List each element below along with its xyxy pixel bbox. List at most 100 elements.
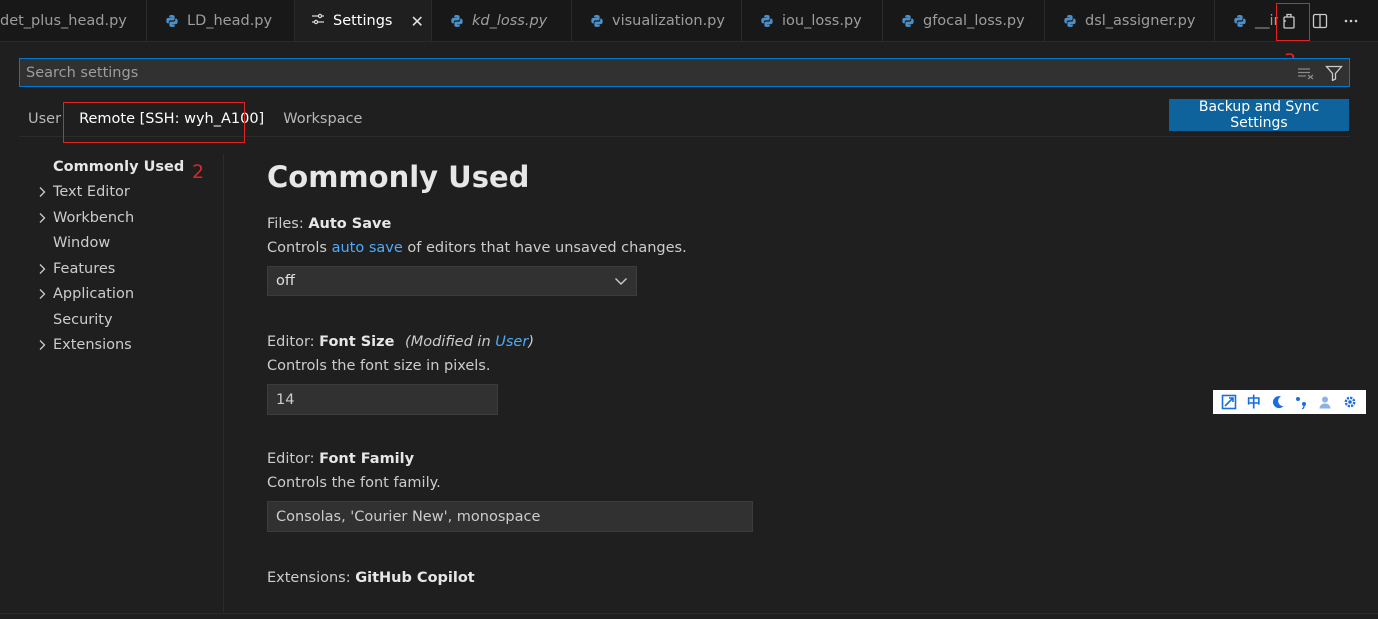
setting-description: Controls the font size in pixels. (267, 358, 491, 374)
toc-label: Window (53, 235, 111, 252)
panel-bottom-border (0, 613, 1378, 614)
chevron-right-icon (30, 339, 53, 351)
python-icon (1063, 14, 1077, 28)
toc-label: Extensions (53, 337, 132, 354)
python-icon (590, 14, 604, 28)
tab-visualization[interactable]: visualization.py (572, 0, 742, 41)
tab-det-plus-head[interactable]: det_plus_head.py (0, 0, 147, 41)
toc-text-editor[interactable]: Text Editor (30, 180, 224, 206)
toc-label: Application (53, 286, 135, 303)
setting-description: Controls auto save of editors that have … (267, 240, 1267, 256)
setting-copilot: Extensions: GitHub Copilot (267, 570, 1267, 586)
desc-text: of editors that have unsaved changes. (402, 240, 687, 256)
ime-keyboard-icon[interactable] (1221, 394, 1237, 410)
annotation-box-3 (1276, 3, 1310, 41)
setting-description: Controls the font family. (267, 475, 441, 491)
toc-divider (223, 154, 224, 612)
tab-label: kd_loss.py (472, 13, 548, 29)
ime-toolbar: 中 (1213, 390, 1366, 414)
tab-label: Settings (333, 13, 393, 29)
tab-gfocal-loss[interactable]: gfocal_loss.py (883, 0, 1045, 41)
toc-features[interactable]: Features (30, 256, 224, 282)
tab-label: LD_head.py (187, 13, 273, 29)
setting-title: Editor: Font Size (Modified in User) (267, 334, 1267, 350)
toc-label: Commonly Used (53, 158, 185, 175)
setting-auto-save: Files: Auto Save Controls auto save of e… (267, 216, 1267, 296)
setting-category: Editor: (267, 451, 320, 467)
gear-icon[interactable] (1342, 394, 1358, 410)
tab-iou-loss[interactable]: iou_loss.py (742, 0, 883, 41)
moon-icon[interactable] (1271, 395, 1285, 409)
toc-application[interactable]: Application (30, 282, 224, 308)
ime-chinese-mode[interactable]: 中 (1247, 392, 1261, 412)
auto-save-link[interactable]: auto save (332, 240, 403, 256)
toc-label: Security (53, 311, 113, 328)
modified-text: (Modified in (405, 334, 496, 350)
select-value: off (276, 273, 295, 289)
backup-and-sync-button[interactable]: Backup and Sync Settings (1169, 99, 1349, 131)
settings-toc: Commonly Used Text Editor Workbench Wind… (30, 154, 224, 358)
toc-security[interactable]: Security (30, 307, 224, 333)
chevron-right-icon (30, 288, 53, 300)
setting-title: Files: Auto Save (267, 216, 1267, 232)
section-heading: Commonly Used (267, 160, 530, 194)
setting-name: GitHub Copilot (355, 570, 475, 586)
python-icon (450, 14, 464, 28)
tab-dsl-assigner[interactable]: dsl_assigner.py (1045, 0, 1215, 41)
font-size-input[interactable]: 14 (267, 384, 498, 415)
user-icon[interactable] (1318, 395, 1332, 409)
python-icon (165, 14, 179, 28)
python-icon (901, 14, 915, 28)
settings-list: Commonly Used Files: Auto Save Controls … (267, 158, 1267, 586)
tab-kd-loss[interactable]: kd_loss.py (432, 0, 572, 41)
setting-title: Editor: Font Family (267, 451, 1267, 467)
tab-settings[interactable]: Settings ✕ (295, 0, 432, 41)
toc-label: Workbench (53, 209, 135, 226)
toc-extensions[interactable]: Extensions (30, 333, 224, 359)
annotation-box-remote (63, 102, 245, 143)
setting-category: Extensions: (267, 570, 356, 586)
split-editor-icon[interactable] (1309, 10, 1330, 32)
tab-label: det_plus_head.py (0, 13, 127, 29)
setting-font-family: Editor: Font Family Controls the font fa… (267, 451, 1267, 532)
search-input[interactable] (20, 64, 1297, 81)
more-actions-icon[interactable] (1341, 10, 1362, 32)
modified-text: ) (528, 334, 534, 350)
tab-workspace[interactable]: Workspace (273, 100, 371, 137)
close-icon[interactable]: ✕ (410, 12, 423, 31)
tab-label: dsl_assigner.py (1085, 13, 1196, 29)
clear-filter-icon[interactable] (1297, 66, 1315, 80)
filter-icon[interactable] (1325, 65, 1343, 81)
chevron-right-icon (30, 263, 53, 275)
setting-name: Font Family (319, 451, 415, 467)
setting-category: Files: (267, 216, 309, 232)
setting-name: Auto Save (308, 216, 392, 232)
chevron-right-icon (30, 186, 53, 198)
chevron-down-icon (614, 277, 628, 286)
settings-icon (311, 12, 325, 30)
python-icon (1233, 14, 1247, 28)
chevron-right-icon (30, 212, 53, 224)
tab-label: visualization.py (612, 13, 725, 29)
toc-window[interactable]: Window (30, 231, 224, 257)
tab-label: iou_loss.py (782, 13, 862, 29)
setting-category: Editor: (267, 334, 320, 350)
tab-ld-head[interactable]: LD_head.py (147, 0, 295, 41)
font-family-input[interactable]: Consolas, 'Courier New', monospace (267, 501, 753, 532)
setting-name: Font Size (319, 334, 395, 350)
python-icon (760, 14, 774, 28)
modified-indicator: (Modified in User) (405, 334, 534, 350)
setting-title: Extensions: GitHub Copilot (267, 570, 1267, 586)
tab-label: gfocal_loss.py (923, 13, 1025, 29)
modified-user-link[interactable]: User (495, 334, 528, 350)
toc-label: Features (53, 260, 116, 277)
auto-save-select[interactable]: off (267, 266, 637, 296)
punctuation-icon[interactable] (1294, 395, 1308, 409)
search-settings-box (19, 58, 1350, 87)
desc-text: Controls (267, 240, 332, 256)
toc-workbench[interactable]: Workbench (30, 205, 224, 231)
annotation-number-2: 2 (192, 161, 205, 183)
editor-tab-bar: det_plus_head.py LD_head.py Settings ✕ k… (0, 0, 1378, 42)
setting-font-size: Editor: Font Size (Modified in User) Con… (267, 334, 1267, 415)
toc-label: Text Editor (53, 184, 130, 201)
